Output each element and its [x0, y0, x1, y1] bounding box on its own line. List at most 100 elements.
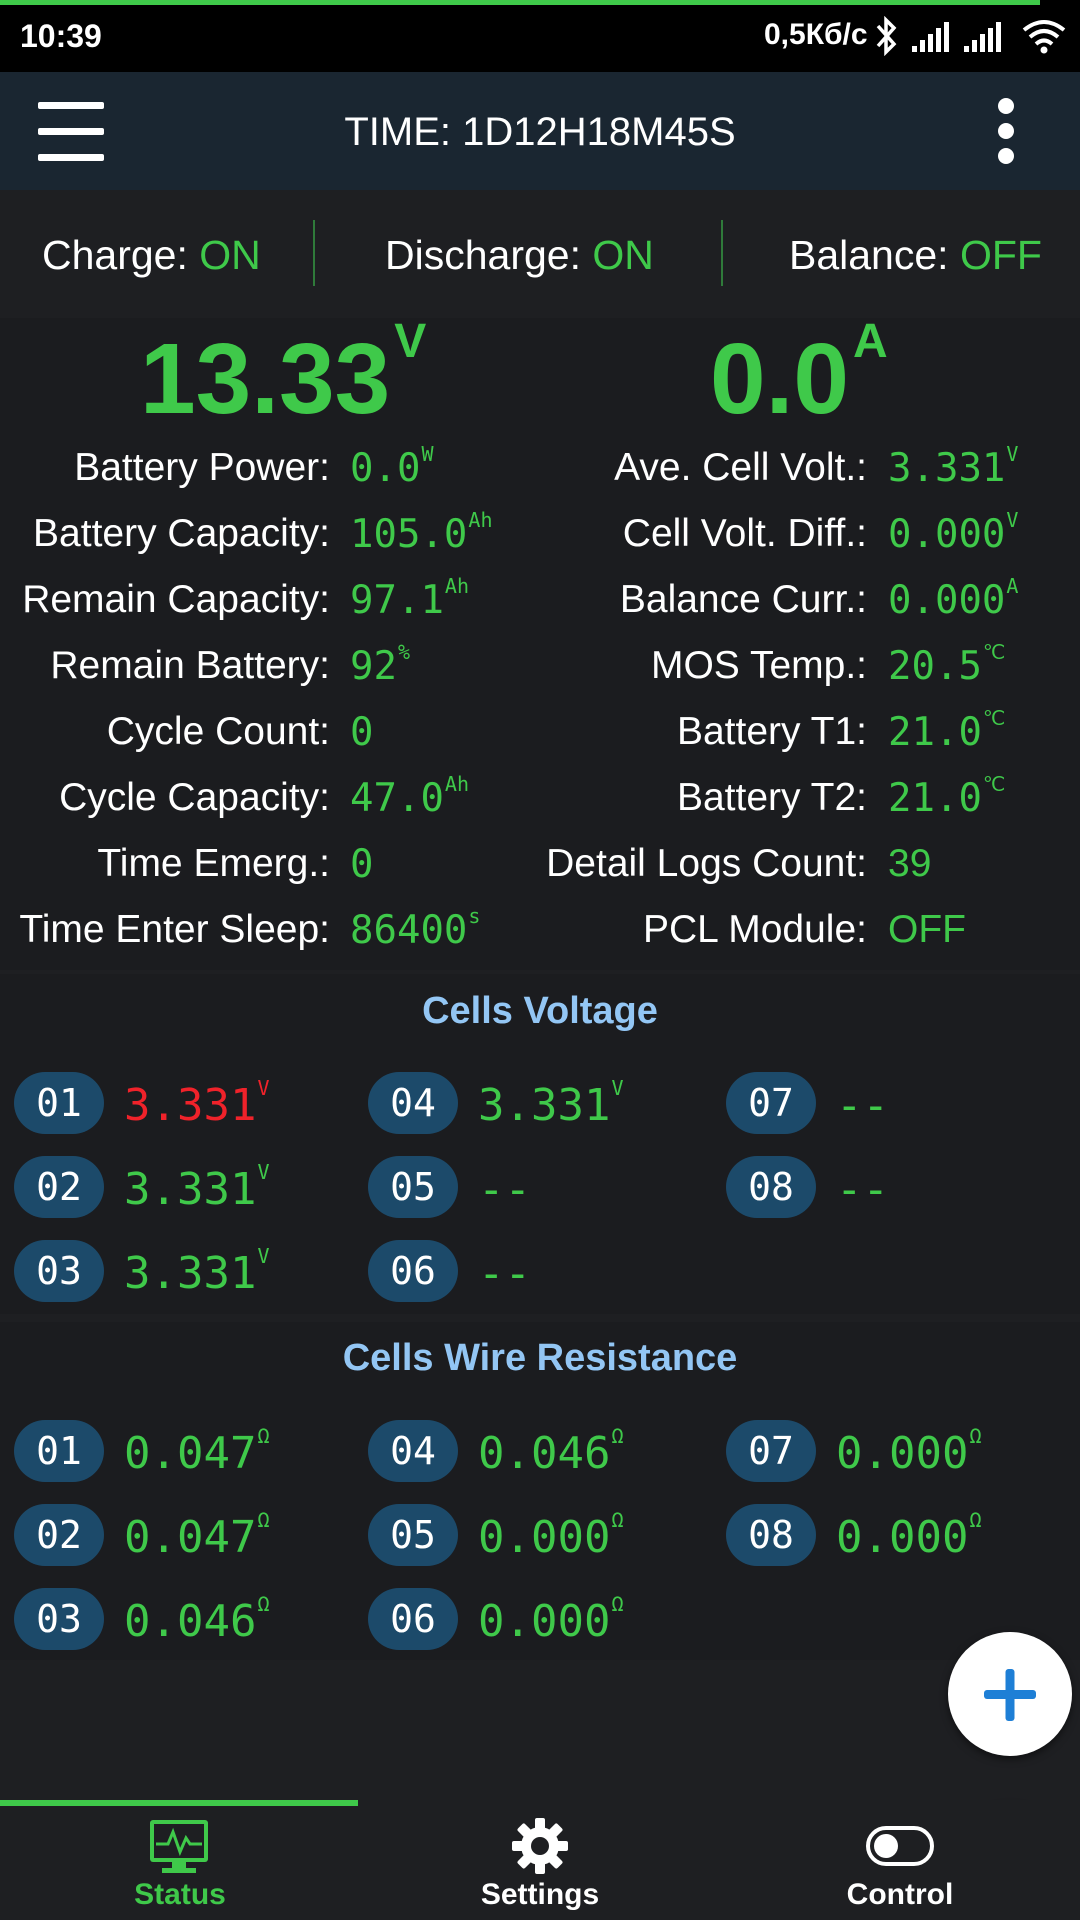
charge-state: Charge: ON — [42, 232, 261, 278]
info-value: 21.0℃ — [888, 772, 1006, 821]
tab-control-label: Control — [846, 1878, 954, 1911]
tab-settings[interactable]: Settings — [360, 1800, 720, 1920]
cell-value: -- — [478, 1164, 531, 1215]
cell-item: 04 3.331V — [368, 1072, 688, 1134]
cell-value: 0.046Ω — [478, 1424, 624, 1479]
cell-item: 07 -- — [726, 1072, 1046, 1134]
cell-number-badge: 08 — [726, 1504, 816, 1566]
wifi-icon — [1022, 20, 1066, 54]
tab-control[interactable]: Control — [720, 1800, 1080, 1920]
cell-item: 01 3.331V — [14, 1072, 334, 1134]
monitor-pulse-icon — [150, 1820, 208, 1873]
right-info-row: Balance Curr.: 0.000A — [0, 574, 1080, 634]
cell-value: 0.000Ω — [836, 1424, 982, 1479]
cell-value: 3.331V — [478, 1076, 624, 1131]
cell-value: 0.047Ω — [124, 1424, 270, 1479]
more-options-button[interactable] — [988, 98, 1028, 168]
cell-value: 0.046Ω — [124, 1592, 270, 1647]
info-value: 21.0℃ — [888, 706, 1006, 755]
right-info-row: Detail Logs Count: 39 — [0, 842, 1080, 898]
info-label: Balance Curr.: — [619, 578, 867, 621]
cell-number-badge: 07 — [726, 1420, 816, 1482]
system-status-bar: 10:39 0,5Кб/с — [0, 0, 1080, 72]
info-value: 20.5℃ — [888, 640, 1006, 689]
cell-item: 05 0.000Ω — [368, 1504, 688, 1566]
signal-icon-sim2 — [964, 22, 1001, 52]
unit-label: V — [611, 1076, 624, 1100]
info-label: Detail Logs Count: — [546, 842, 867, 885]
tab-status[interactable]: Status — [0, 1800, 360, 1920]
unit-label: V — [1006, 508, 1019, 532]
balance-state-value: OFF — [959, 232, 1042, 278]
info-value: OFF — [888, 908, 966, 951]
info-value: 0.000V — [888, 508, 1019, 557]
cell-value: 3.331V — [124, 1244, 270, 1299]
zoom-in-button[interactable] — [948, 1632, 1072, 1756]
discharge-state: Discharge: ON — [385, 232, 654, 278]
info-label: Battery T2: — [676, 776, 867, 819]
cell-number-badge: 02 — [14, 1156, 104, 1218]
switch-state-row: Charge: ON Discharge: ON Balance: OFF — [0, 190, 1080, 318]
cell-number-badge: 05 — [368, 1156, 458, 1218]
more-vert-icon — [998, 98, 1014, 114]
cell-item: 03 3.331V — [14, 1240, 334, 1302]
info-label: MOS Temp.: — [650, 644, 867, 687]
unit-label: Ω — [611, 1592, 624, 1616]
cell-item: 07 0.000Ω — [726, 1420, 1046, 1482]
status-clock: 10:39 — [20, 18, 102, 54]
right-info-row: Battery T2: 21.0℃ — [0, 772, 1080, 832]
tab-settings-label: Settings — [480, 1878, 600, 1911]
unit-label: Ω — [969, 1508, 982, 1532]
info-label: Battery T1: — [676, 710, 867, 753]
cell-number-badge: 02 — [14, 1504, 104, 1566]
network-speed: 0,5Кб/с — [764, 18, 868, 51]
unit-label: Ω — [969, 1424, 982, 1448]
cell-number-badge: 03 — [14, 1588, 104, 1650]
unit-label: V — [1006, 442, 1019, 466]
total-voltage: 13.33V — [140, 315, 427, 435]
cells-voltage-title: Cells Voltage — [422, 990, 658, 1032]
info-label: Cell Volt. Diff.: — [622, 512, 867, 555]
info-value: 0.000A — [888, 574, 1019, 623]
unit-label: ℃ — [982, 640, 1006, 664]
cell-number-badge: 06 — [368, 1588, 458, 1650]
hamburger-icon — [38, 102, 104, 109]
cell-item: 02 3.331V — [14, 1156, 334, 1218]
cell-value: 0.000Ω — [478, 1508, 624, 1563]
cell-value: 0.047Ω — [124, 1508, 270, 1563]
unit-label: Ω — [611, 1424, 624, 1448]
unit-label: Ω — [611, 1508, 624, 1532]
right-info-row: Battery T1: 21.0℃ — [0, 706, 1080, 766]
plus-icon — [984, 1669, 1036, 1721]
info-label: Ave. Cell Volt.: — [614, 446, 867, 489]
charge-state-value: ON — [199, 232, 261, 278]
cell-number-badge: 04 — [368, 1072, 458, 1134]
unit-label: V — [257, 1076, 270, 1100]
divider — [313, 220, 315, 286]
right-info-row: MOS Temp.: 20.5℃ — [0, 640, 1080, 700]
info-label: PCL Module: — [642, 908, 867, 951]
cell-item: 06 0.000Ω — [368, 1588, 688, 1650]
cell-number-badge: 01 — [14, 1420, 104, 1482]
cell-value: 3.331V — [124, 1160, 270, 1215]
unit-label: ℃ — [982, 772, 1006, 796]
cells-resistance-title: Cells Wire Resistance — [342, 1337, 738, 1379]
right-info-row: Cell Volt. Diff.: 0.000V — [0, 508, 1080, 568]
right-info-row: PCL Module: OFF — [0, 908, 1080, 964]
unit-label: Ω — [257, 1592, 270, 1616]
toggle-icon — [866, 1826, 934, 1866]
cell-item: 06 -- — [368, 1240, 688, 1302]
divider — [721, 220, 723, 286]
cell-value: -- — [836, 1080, 889, 1131]
cell-number-badge: 05 — [368, 1504, 458, 1566]
unit-label: A — [1006, 574, 1019, 598]
unit-label: V — [257, 1244, 270, 1268]
cell-value: -- — [836, 1164, 889, 1215]
cell-item: 08 0.000Ω — [726, 1504, 1046, 1566]
cell-value: 3.331V — [124, 1076, 270, 1131]
cell-number-badge: 04 — [368, 1420, 458, 1482]
info-value: 3.331V — [888, 442, 1019, 491]
cell-item: 01 0.047Ω — [14, 1420, 334, 1482]
tab-status-label: Status — [134, 1878, 226, 1911]
discharge-state-value: ON — [592, 232, 654, 278]
